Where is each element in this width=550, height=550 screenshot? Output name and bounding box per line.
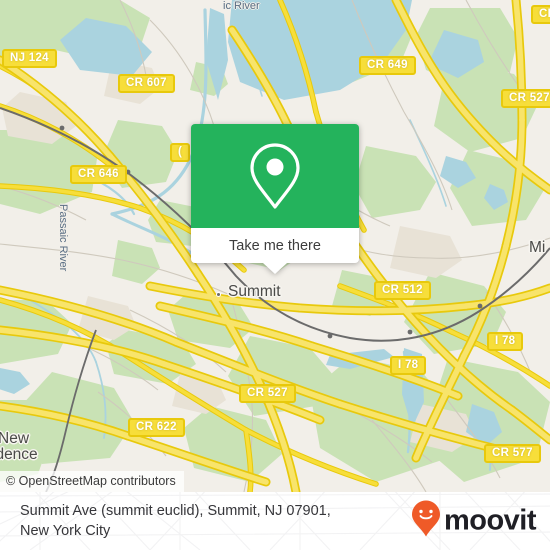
location-address: Summit Ave (summit euclid), Summit, NJ 0… [20,501,390,541]
road-shield[interactable]: CR 527 [501,89,550,108]
road-shield[interactable]: ( [170,143,191,162]
map-attribution[interactable]: © OpenStreetMap contributors [0,471,184,492]
address-line-2: New York City [20,523,111,539]
address-line-1: Summit Ave (summit euclid), Summit, NJ 0… [20,503,331,519]
moovit-logo[interactable]: moovit [411,500,537,543]
place-label-summit: Summit [228,283,281,300]
road-shield[interactable]: CR 649 [359,56,416,75]
road-shield[interactable]: CR 622 [128,418,185,437]
road-shield[interactable]: CR 577 [484,444,541,463]
road-shield[interactable]: I 78 [487,332,524,351]
place-label-new-providence-line2: idence [0,446,38,463]
popup-cta-button[interactable]: Take me there [191,228,359,263]
popup-header [191,124,359,228]
popup-cta-label: Take me there [229,237,321,254]
road-shield[interactable]: CR 607 [118,74,175,93]
road-shield[interactable]: CR 646 [70,165,127,184]
station-marker-icon [216,292,221,297]
river-label: ic River [223,0,260,12]
place-label-millburn: Mi [529,239,546,256]
moovit-map-screenshot: NJ 124 CR 607 CR 649 CR 527 CR CR 646 ( … [0,0,550,550]
map-pin-icon [247,141,303,211]
road-shield[interactable]: CR [531,5,550,24]
footer-bar: Summit Ave (summit euclid), Summit, NJ 0… [0,492,550,550]
road-shield[interactable]: NJ 124 [2,49,57,68]
location-popup-card[interactable]: Take me there [191,124,359,274]
road-shield[interactable]: CR 527 [239,384,296,403]
road-shield[interactable]: I 78 [390,356,427,375]
road-shield[interactable]: CR 512 [374,281,431,300]
moovit-wordmark: moovit [443,504,537,537]
map-canvas[interactable]: NJ 124 CR 607 CR 649 CR 527 CR CR 646 ( … [0,0,550,492]
popup-tail-pointer [263,263,287,274]
river-label: Passaic River [57,204,69,272]
moovit-pin-smiley-icon [411,500,441,543]
